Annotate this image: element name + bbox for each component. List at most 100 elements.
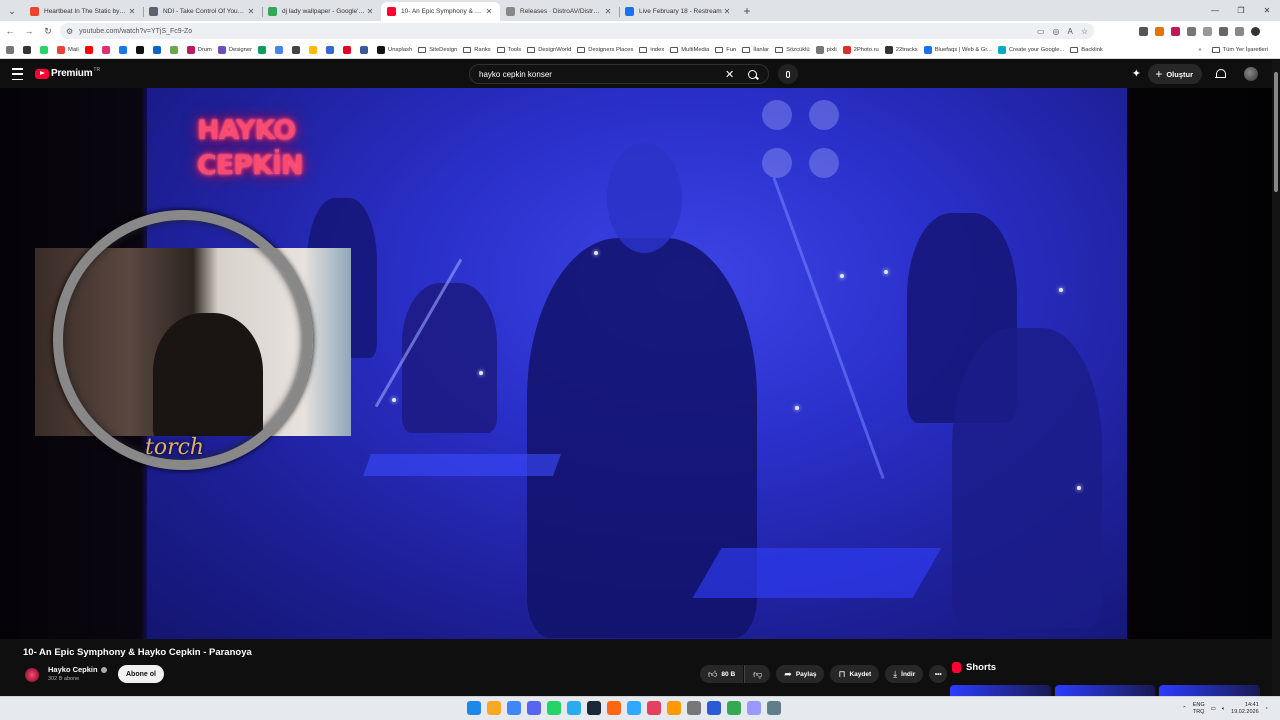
network-icon[interactable]: ▭ (1211, 706, 1216, 712)
taskbar-app-icon[interactable] (747, 701, 761, 715)
extension-icon[interactable] (1155, 26, 1164, 36)
back-icon[interactable]: ← (1, 22, 19, 40)
channel-name-row[interactable]: Hayko Cepkin (48, 665, 107, 674)
bookmark-item[interactable] (84, 45, 96, 54)
bookmark-item[interactable]: Drum (186, 45, 212, 54)
like-button[interactable]: 👍︎ 80 B (700, 665, 744, 683)
bookmark-folder[interactable]: DesignWorld (527, 46, 571, 53)
bookmark-item[interactable] (101, 45, 113, 54)
bookmark-item[interactable]: Bluefaqs | Web & Gr... (923, 45, 992, 54)
bookmarks-more-button[interactable]: » (1198, 47, 1201, 53)
tray-chevron-icon[interactable]: ⌃ (1182, 706, 1187, 712)
all-bookmarks-folder[interactable]: Tüm Yer İşaretleri (1211, 47, 1268, 53)
bookmark-folder[interactable]: Fun (715, 46, 736, 53)
bookmark-item[interactable] (309, 45, 320, 54)
share-button[interactable]: ➦ Paylaş (776, 665, 825, 683)
bookmark-item[interactable] (118, 45, 130, 54)
dislike-button[interactable]: 👎︎ (744, 665, 771, 683)
extension-icon[interactable] (1139, 26, 1148, 36)
minimize-icon[interactable]: — (1202, 0, 1228, 21)
search-box[interactable]: hayko cepkin konser ✕ (469, 64, 769, 84)
download-button[interactable]: ⤓ İndir (885, 665, 924, 683)
clear-search-icon[interactable]: ✕ (725, 68, 734, 81)
bookmark-item[interactable]: Create your Google... (997, 45, 1064, 54)
cast-icon[interactable]: ✦ (1130, 68, 1142, 80)
create-button[interactable]: + Oluştur (1148, 64, 1202, 84)
shorts-thumbnail[interactable] (1159, 685, 1261, 696)
chrome-menu-icon[interactable] (1251, 26, 1260, 36)
tab-close-icon[interactable]: ✕ (722, 7, 732, 16)
bookmark-folder[interactable]: Ranks (463, 46, 491, 53)
bookmark-item[interactable] (258, 45, 269, 54)
taskbar-app-icon[interactable] (587, 701, 601, 715)
bookmark-folder[interactable]: Sözcüklü (775, 46, 810, 53)
shorts-thumbnail[interactable] (950, 685, 1051, 696)
shorts-header[interactable]: Shorts (952, 662, 996, 673)
bookmark-item[interactable]: pixli (815, 45, 837, 54)
bookmark-item[interactable]: Mail (57, 45, 79, 54)
bookmark-item[interactable]: Unsplash (377, 45, 412, 54)
site-info-icon[interactable]: ⚙ (66, 27, 73, 36)
bookmark-item[interactable] (23, 45, 34, 54)
tab-close-icon[interactable]: ✕ (127, 7, 137, 16)
tab-close-icon[interactable]: ✕ (484, 7, 494, 16)
bookmark-item[interactable] (40, 45, 51, 54)
taskbar-app-icon[interactable] (527, 701, 541, 715)
bookmark-item[interactable] (343, 45, 354, 54)
taskbar-app-icon[interactable] (727, 701, 741, 715)
bookmark-folder[interactable]: index (639, 46, 664, 53)
channel-name[interactable]: Hayko Cepkin (48, 665, 98, 674)
browser-tab[interactable]: dj lady wallpaper - Google'da A ✕ (262, 2, 381, 21)
bookmark-item[interactable]: 2Photo.ru (842, 45, 879, 54)
clock[interactable]: 14:41 19.02.2026 (1231, 702, 1259, 716)
browser-tab[interactable]: Releases · DistroAV/DistroAV ✕ (500, 2, 619, 21)
search-input[interactable]: hayko cepkin konser (479, 70, 552, 79)
voice-search-icon[interactable] (778, 64, 798, 84)
shorts-thumbnail[interactable] (1054, 685, 1156, 696)
taskbar-app-icon[interactable] (467, 701, 481, 715)
taskbar-app-icon[interactable] (667, 701, 681, 715)
bookmark-item[interactable] (152, 45, 164, 54)
save-button[interactable]: ⊓ Kaydet (830, 665, 880, 683)
forward-icon[interactable]: → (20, 22, 38, 40)
scrollbar-thumb[interactable] (1274, 72, 1278, 192)
more-actions-icon[interactable]: ••• (929, 665, 948, 683)
bookmark-folder[interactable]: MultiMedia (670, 46, 709, 53)
browser-tab[interactable]: Live February 18 - Restream ✕ (619, 2, 738, 21)
reload-icon[interactable]: ↻ (39, 22, 57, 40)
lens-icon[interactable]: ◎ (1053, 27, 1060, 36)
taskbar-app-icon[interactable] (707, 701, 721, 715)
taskbar-app-icon[interactable] (647, 701, 661, 715)
downloads-icon[interactable] (1219, 26, 1228, 36)
tab-close-icon[interactable]: ✕ (365, 7, 375, 16)
bookmark-item[interactable]: 22tracks (884, 45, 918, 54)
notifications-bell-icon[interactable] (1215, 68, 1226, 80)
profile-icon[interactable] (1235, 26, 1244, 36)
browser-tab[interactable]: 10- An Epic Symphony & Hayko ✕ (381, 2, 500, 21)
bookmark-item[interactable] (326, 45, 337, 54)
video-player[interactable]: HAYKO CEPKİN torch (0, 88, 1280, 639)
address-bar[interactable]: ⚙ youtube.com/watch?v=YTjS_Fc9-Zo ▭ ◎ A … (60, 23, 1094, 39)
tab-close-icon[interactable]: ✕ (246, 7, 256, 16)
bookmark-folder[interactable]: SiteDesign (418, 46, 457, 53)
bookmark-folder[interactable]: Backlink (1070, 46, 1103, 53)
volume-icon[interactable]: 🔈︎ (1222, 706, 1225, 713)
language-indicator[interactable]: ENG TRQ (1193, 702, 1205, 716)
close-window-icon[interactable]: ✕ (1254, 0, 1280, 21)
bookmark-item[interactable] (275, 45, 286, 54)
menu-icon[interactable] (12, 68, 23, 80)
bookmark-item[interactable] (169, 45, 181, 54)
maximize-icon[interactable]: ❐ (1228, 0, 1254, 21)
tab-close-icon[interactable]: ✕ (603, 7, 613, 16)
browser-tab[interactable]: Heartbeat In The Static by Bubb✕ (24, 2, 143, 21)
notifications-icon[interactable]: ◔ (1265, 706, 1268, 712)
taskbar-app-icon[interactable] (687, 701, 701, 715)
tab-search-icon[interactable]: ⌄ (4, 3, 20, 19)
bookmark-item[interactable] (135, 45, 147, 54)
bookmark-folder[interactable]: İlanlar (742, 46, 769, 53)
page-scrollbar[interactable] (1272, 60, 1280, 696)
browser-tab[interactable]: NDI - Take Control Of Your Cor ✕ (143, 2, 262, 21)
search-icon[interactable] (748, 70, 757, 79)
bookmark-folder[interactable]: Tools (496, 46, 521, 53)
apps-icon[interactable] (6, 45, 17, 54)
